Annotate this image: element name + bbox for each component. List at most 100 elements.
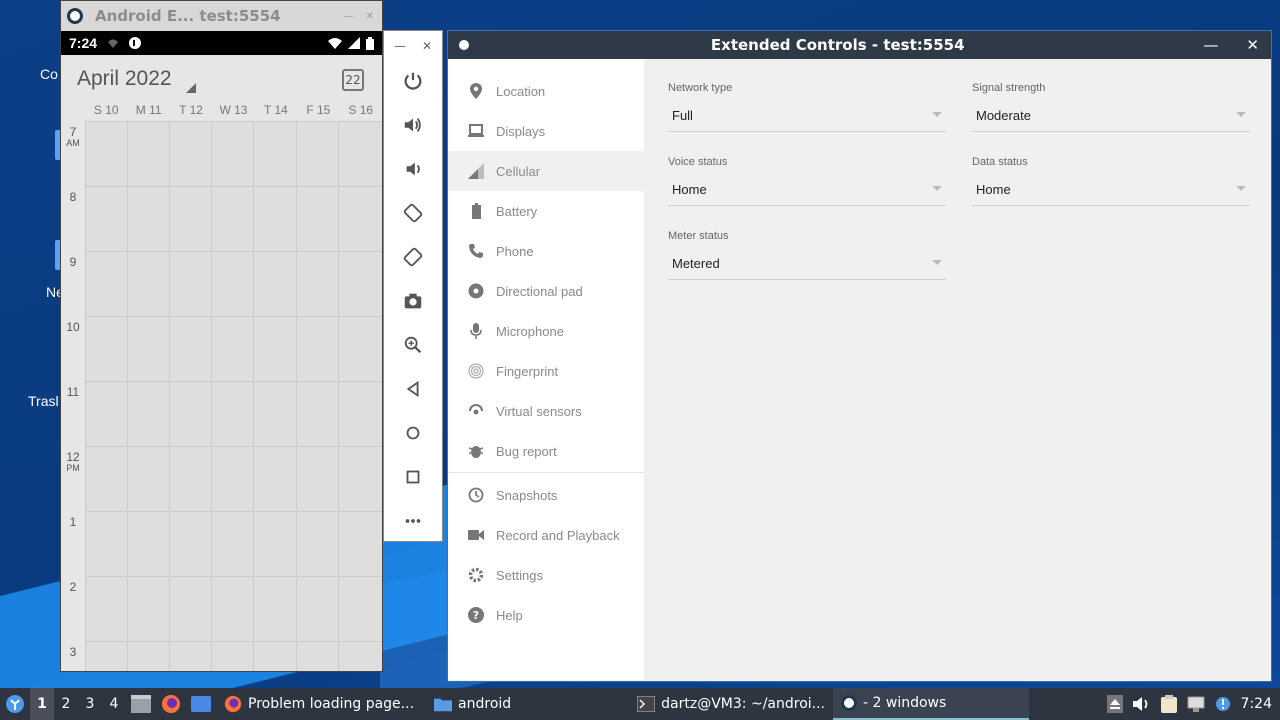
volume-down-button[interactable] — [384, 147, 442, 191]
hour-label: 11 — [66, 385, 80, 399]
volume-down-icon — [406, 162, 420, 176]
power-button[interactable] — [384, 59, 442, 103]
nav-item-location[interactable]: Location — [448, 71, 644, 111]
select-value: Moderate — [976, 108, 1031, 123]
dpad-icon — [468, 283, 484, 299]
close-icon[interactable]: ✕ — [1246, 36, 1259, 54]
nav-item-label: Snapshots — [496, 487, 558, 503]
video-icon — [468, 527, 484, 543]
minimize-icon[interactable]: — — [344, 11, 354, 22]
task-label: android — [458, 696, 512, 712]
grid-hour-line — [85, 251, 382, 252]
day-header[interactable]: S 10 — [85, 103, 127, 121]
back-button[interactable] — [384, 367, 442, 411]
toolbar-minimize-icon[interactable]: — — [394, 39, 406, 59]
nav-item-cellular[interactable]: Cellular — [448, 151, 644, 191]
network-type-select[interactable]: Full — [668, 100, 946, 132]
help-icon: ? — [468, 607, 484, 623]
home-button[interactable] — [384, 411, 442, 455]
nav-item-bug-report[interactable]: Bug report — [448, 431, 644, 471]
nav-item-fingerprint[interactable]: Fingerprint — [448, 351, 644, 391]
day-header[interactable]: M 11 — [127, 103, 169, 121]
battery-icon — [468, 203, 484, 219]
grid-hour-line — [85, 511, 382, 512]
file-manager-icon — [131, 695, 151, 713]
grid-column-line — [169, 121, 171, 671]
nav-item-virtual-sensors[interactable]: Virtual sensors — [448, 391, 644, 431]
voice-status-select[interactable]: Home — [668, 174, 946, 206]
calendar-month[interactable]: April 2022 — [77, 67, 172, 91]
nav-item-microphone[interactable]: Microphone — [448, 311, 644, 351]
nav-item-displays[interactable]: Displays — [448, 111, 644, 151]
workspace-2[interactable]: 2 — [54, 696, 78, 712]
workspace-1[interactable]: 1 — [30, 688, 54, 720]
month-dropdown-icon[interactable] — [185, 83, 196, 93]
nav-item-directional-pad[interactable]: Directional pad — [448, 271, 644, 311]
folder-icon — [434, 698, 453, 712]
signal-strength-select[interactable]: Moderate — [972, 100, 1250, 132]
nav-item-settings[interactable]: Settings — [448, 555, 644, 595]
close-icon[interactable]: ✕ — [366, 11, 374, 22]
volume-up-button[interactable] — [384, 103, 442, 147]
meter-status-select[interactable]: Metered — [668, 248, 946, 280]
firefox-launcher[interactable] — [160, 693, 182, 715]
network-icon[interactable] — [1187, 696, 1205, 712]
eject-icon[interactable] — [1106, 695, 1123, 713]
day-header[interactable]: F 15 — [297, 103, 339, 121]
grid-column-line — [127, 121, 129, 671]
workspace-4[interactable]: 4 — [102, 696, 126, 712]
emulator-titlebar[interactable]: Android E... test:5554 — ✕ — [61, 1, 382, 31]
nav-item-phone[interactable]: Phone — [448, 231, 644, 271]
task-terminal[interactable]: dartz@VM3: ~/androi... — [629, 688, 833, 720]
workspace-3[interactable]: 3 — [78, 696, 102, 712]
day-header[interactable]: T 12 — [170, 103, 212, 121]
calendar-week-grid[interactable]: 7 AM 8 9 10 11 12 PM 1 2 3 — [61, 121, 382, 671]
nav-item-help[interactable]: ? Help — [448, 595, 644, 635]
rotate-right-button[interactable] — [384, 235, 442, 279]
nav-item-record-playback[interactable]: Record and Playback — [448, 515, 644, 555]
task-firefox[interactable]: Problem loading page... — [216, 688, 422, 720]
grid-column-line — [295, 121, 297, 671]
day-header[interactable]: W 13 — [212, 103, 254, 121]
data-status-field: Data status Home — [972, 156, 1250, 206]
start-menu-button[interactable] — [0, 694, 30, 714]
zoom-button[interactable] — [384, 323, 442, 367]
day-header[interactable]: S 16 — [340, 103, 382, 121]
notification-icon[interactable] — [1215, 696, 1231, 712]
clock[interactable]: 7:24 — [1241, 696, 1272, 712]
today-button[interactable]: 22 — [342, 69, 364, 91]
screenshot-button[interactable] — [384, 279, 442, 323]
volume-icon[interactable] — [1132, 696, 1151, 712]
toolbar-close-icon[interactable]: ✕ — [422, 39, 432, 59]
grid-hour-line — [85, 316, 382, 317]
firefox-icon — [162, 695, 180, 713]
history-icon — [468, 487, 484, 503]
system-tray: 7:24 — [1106, 695, 1280, 713]
network-type-field: Network type Full — [668, 82, 946, 132]
desktop-icon-label[interactable]: Trasl — [28, 393, 59, 409]
extended-logo-icon — [456, 37, 472, 53]
nav-item-snapshots[interactable]: Snapshots — [448, 475, 644, 515]
clipboard-icon[interactable] — [1160, 695, 1177, 713]
data-status-select[interactable]: Home — [972, 174, 1250, 206]
extended-controls-titlebar[interactable]: Extended Controls - test:5554 — ✕ — [448, 31, 1271, 59]
day-header[interactable]: T 14 — [255, 103, 297, 121]
task-android-folder[interactable]: android — [426, 688, 519, 720]
rotate-left-button[interactable] — [384, 191, 442, 235]
overview-button[interactable] — [384, 455, 442, 499]
minimize-icon[interactable]: — — [1203, 36, 1218, 54]
rotate-left-icon — [403, 203, 423, 223]
android-statusbar: 7:24 — [61, 31, 382, 55]
nav-item-battery[interactable]: Battery — [448, 191, 644, 231]
more-button[interactable] — [384, 499, 442, 543]
task-emulator[interactable]: - 2 windows — [833, 688, 1030, 720]
zoom-icon — [404, 336, 422, 354]
grid-hour-line — [85, 186, 382, 187]
emulator-title: Android E... test:5554 — [95, 7, 281, 25]
desktop-icon-label[interactable]: Co — [40, 66, 58, 82]
file-manager-launcher[interactable] — [130, 693, 152, 715]
nav-item-label: Record and Playback — [496, 527, 620, 543]
grid-hour-line — [85, 641, 382, 642]
extended-controls-window: Extended Controls - test:5554 — ✕ Locati… — [447, 30, 1272, 682]
desktop-launcher[interactable] — [190, 693, 212, 715]
